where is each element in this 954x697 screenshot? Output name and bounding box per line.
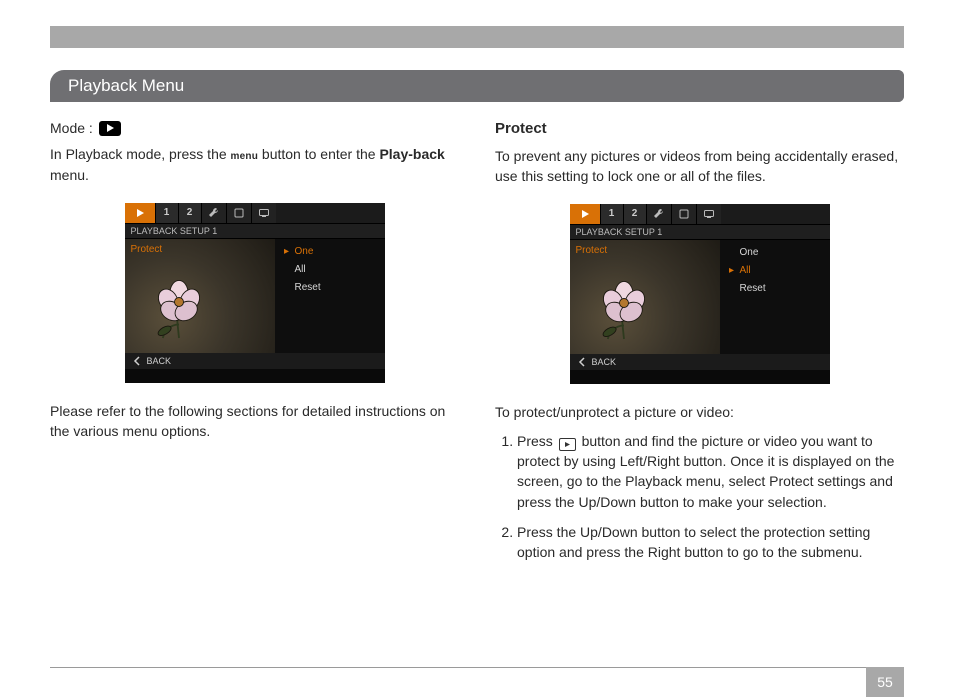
camera-subtitle: PLAYBACK SETUP 1 — [570, 224, 830, 240]
protect-heading: Protect — [495, 118, 904, 140]
camera-option-label: Reset — [740, 282, 766, 297]
page-number-box: 55 — [866, 667, 904, 697]
camera-left-panel: Protect — [570, 240, 720, 370]
camera-back-bar: BACK — [125, 353, 385, 369]
left-note: Please refer to the following sections f… — [50, 401, 459, 442]
camera-option: All — [275, 261, 385, 279]
camera-option: One — [720, 244, 830, 262]
camera-option-label: One — [295, 245, 314, 260]
camera-screenshot-1: 1 2 PLAYBACK SETUP 1 Protect — [125, 203, 385, 383]
page-number: 55 — [877, 674, 893, 690]
page-footer: 55 — [50, 667, 904, 668]
camera-left-panel: Protect — [125, 239, 275, 369]
tab-playback-icon — [570, 204, 600, 224]
arrow-right-icon: ▸ — [728, 264, 736, 279]
camera-tab-strip: 1 2 — [125, 203, 385, 223]
column-right: Protect To prevent any pictures or video… — [495, 118, 904, 572]
flower-image-icon — [578, 276, 670, 348]
intro-bold: Play-back — [379, 146, 444, 162]
camera-left-label: Protect — [576, 244, 608, 259]
tab-card-icon — [226, 203, 251, 223]
camera-option: Reset — [275, 279, 385, 297]
camera-option: ▸ All — [720, 262, 830, 280]
arrow-right-icon: ▸ — [283, 245, 291, 260]
tab-1: 1 — [155, 203, 178, 223]
protect-step-2: Press the Up/Down button to select the p… — [517, 522, 904, 563]
intro-b: button to enter the — [258, 146, 379, 162]
camera-option-label: All — [740, 264, 751, 279]
camera-option-label: One — [740, 246, 759, 261]
tab-1: 1 — [600, 204, 623, 224]
back-arrow-icon — [133, 356, 143, 366]
camera-back-label: BACK — [592, 356, 617, 369]
tab-card-icon — [671, 204, 696, 224]
camera-screenshot-2: 1 2 PLAYBACK SETUP 1 Protect — [570, 204, 830, 384]
camera-option: Reset — [720, 280, 830, 298]
camera-options-panel: One ▸ All Reset — [720, 240, 830, 370]
camera-options-panel: ▸ One All Reset — [275, 239, 385, 369]
camera-body: Protect — [125, 239, 385, 369]
playback-small-icon — [559, 438, 576, 451]
intro-a: In Playback mode, press the — [50, 146, 231, 162]
footer-rule — [50, 667, 904, 668]
camera-left-label: Protect — [131, 243, 163, 258]
mode-label: Mode : — [50, 118, 93, 138]
tab-display-icon — [696, 204, 721, 224]
camera-body: Protect — [570, 240, 830, 370]
camera-option-label: Reset — [295, 281, 321, 296]
camera-tab-strip: 1 2 — [570, 204, 830, 224]
tab-wrench-icon — [646, 204, 671, 224]
menu-word: menu — [231, 151, 258, 162]
tab-display-icon — [251, 203, 276, 223]
section-title: Playback Menu — [68, 76, 184, 95]
protect-description: To prevent any pictures or videos from b… — [495, 146, 904, 187]
step1-a: Press — [517, 433, 557, 449]
protect-step-1: Press button and find the picture or vid… — [517, 431, 904, 512]
tab-wrench-icon — [201, 203, 226, 223]
intro-c: menu. — [50, 167, 89, 183]
playback-mode-icon — [99, 121, 121, 136]
camera-subtitle: PLAYBACK SETUP 1 — [125, 223, 385, 239]
mode-line: Mode : — [50, 118, 459, 138]
tab-2: 2 — [623, 204, 646, 224]
camera-back-bar: BACK — [570, 354, 830, 370]
tab-2: 2 — [178, 203, 201, 223]
protect-lead: To protect/unprotect a picture or video: — [495, 402, 904, 422]
camera-option: ▸ One — [275, 243, 385, 261]
protect-steps: Press button and find the picture or vid… — [495, 431, 904, 563]
flower-image-icon — [133, 275, 225, 347]
back-arrow-icon — [578, 357, 588, 367]
column-left: Mode : In Playback mode, press the menu … — [50, 118, 459, 572]
section-header: Playback Menu — [50, 70, 904, 102]
camera-option-label: All — [295, 263, 306, 278]
tab-playback-icon — [125, 203, 155, 223]
content-columns: Mode : In Playback mode, press the menu … — [50, 118, 904, 572]
intro-paragraph: In Playback mode, press the menu button … — [50, 144, 459, 185]
top-gray-bar — [50, 26, 904, 48]
camera-back-label: BACK — [147, 355, 172, 368]
